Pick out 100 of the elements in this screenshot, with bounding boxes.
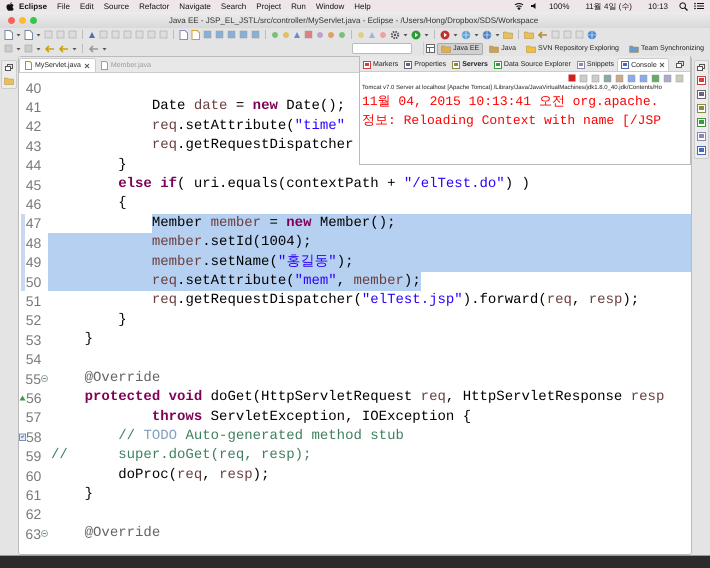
square-icon[interactable] — [24, 44, 33, 53]
minimize-button[interactable] — [19, 16, 26, 24]
menu-item[interactable]: Project — [251, 2, 286, 10]
circle-icon[interactable] — [379, 30, 387, 38]
square-icon[interactable] — [251, 30, 260, 39]
list-icon[interactable] — [694, 2, 704, 10]
folder-icon[interactable] — [524, 30, 534, 39]
circle-icon[interactable] — [316, 30, 324, 38]
square-icon[interactable] — [203, 30, 212, 39]
caret-icon[interactable] — [424, 32, 429, 36]
apple-icon[interactable] — [6, 2, 14, 10]
triangle-icon[interactable] — [293, 30, 301, 38]
folder-icon[interactable] — [628, 44, 639, 53]
square-icon[interactable] — [44, 30, 53, 39]
square-icon[interactable] — [304, 30, 313, 39]
caret-icon[interactable] — [474, 32, 479, 36]
code-line: } — [84, 485, 94, 504]
square-icon[interactable] — [123, 30, 132, 39]
square-icon[interactable] — [575, 30, 584, 39]
restore-icon[interactable] — [697, 64, 705, 71]
folder-icon[interactable] — [441, 44, 452, 53]
square-icon[interactable] — [579, 74, 588, 83]
caret-icon[interactable] — [16, 32, 21, 36]
caret-icon[interactable] — [16, 46, 21, 50]
square-icon[interactable] — [551, 30, 560, 39]
console-output-line: 정보: Reloading Context with name [/JSP — [362, 112, 662, 130]
caret-icon[interactable] — [102, 46, 107, 50]
menu-item[interactable]: Run — [286, 2, 311, 10]
page-icon[interactable] — [24, 30, 33, 40]
caret-icon[interactable] — [453, 32, 458, 36]
folder-icon[interactable] — [4, 76, 14, 85]
close-icon[interactable] — [658, 62, 665, 68]
globe-icon[interactable] — [482, 30, 492, 40]
circle-icon[interactable] — [271, 30, 279, 38]
menu-item[interactable]: File — [52, 2, 75, 10]
circle-icon[interactable] — [327, 30, 335, 38]
square-icon[interactable] — [147, 30, 156, 39]
square-icon[interactable] — [215, 30, 224, 39]
square-icon[interactable] — [239, 30, 248, 39]
caret-icon[interactable] — [36, 46, 41, 50]
fold-icon[interactable] — [41, 530, 48, 538]
app-menu[interactable]: Eclipse — [14, 2, 52, 10]
close-button[interactable] — [8, 16, 15, 24]
circle-icon[interactable] — [338, 30, 346, 38]
square-icon[interactable] — [159, 30, 168, 39]
line-number: 59 — [26, 448, 42, 464]
square-icon[interactable] — [135, 30, 144, 39]
square-icon[interactable] — [675, 74, 684, 83]
zoom-button[interactable] — [30, 16, 37, 24]
square-icon[interactable] — [591, 74, 600, 83]
arrow-icon[interactable] — [537, 30, 548, 38]
search-field[interactable] — [352, 43, 412, 54]
menu-item[interactable]: Help — [349, 2, 376, 10]
square-icon[interactable] — [639, 74, 648, 83]
square-icon[interactable] — [663, 74, 672, 83]
menu-item[interactable]: Window — [310, 2, 350, 10]
caret-icon[interactable] — [495, 32, 500, 36]
close-icon[interactable] — [84, 62, 90, 68]
square-icon[interactable] — [227, 30, 236, 39]
menu-item[interactable]: Refactor — [134, 2, 174, 10]
view-icon — [621, 61, 630, 69]
line-number: 50 — [26, 274, 42, 290]
folder-icon[interactable] — [489, 44, 500, 53]
menu-item[interactable]: Navigate — [174, 2, 216, 10]
globe-icon[interactable] — [587, 30, 597, 40]
caret-icon[interactable] — [403, 32, 408, 36]
open-perspective-icon[interactable] — [426, 44, 436, 53]
play-icon[interactable] — [440, 30, 450, 40]
square-icon[interactable] — [56, 30, 65, 39]
menubar-clock[interactable]: 10:13 — [642, 2, 673, 10]
caret-icon[interactable] — [36, 32, 41, 36]
menu-item[interactable]: Search — [216, 2, 252, 10]
menu-item[interactable]: Edit — [74, 2, 99, 10]
menu-item[interactable]: Source — [98, 2, 134, 10]
square-icon[interactable] — [615, 74, 624, 83]
restore-icon[interactable] — [676, 61, 684, 68]
square-icon[interactable] — [68, 30, 77, 39]
triangle-icon[interactable] — [88, 30, 96, 38]
triangle-icon[interactable] — [368, 30, 376, 38]
restore-icon[interactable] — [5, 64, 13, 71]
square-icon[interactable] — [4, 44, 13, 53]
circle-icon[interactable] — [282, 30, 290, 38]
speaker-icon[interactable] — [530, 2, 538, 10]
square-icon[interactable] — [627, 74, 636, 83]
fold-icon[interactable] — [41, 375, 48, 382]
play-icon[interactable] — [411, 30, 421, 40]
java-file-icon — [25, 61, 32, 70]
square-icon[interactable] — [99, 30, 108, 39]
stop-icon[interactable] — [568, 74, 576, 82]
gear-icon[interactable] — [390, 30, 400, 40]
square-icon[interactable] — [651, 74, 660, 83]
menubar-date[interactable]: 11월 4일 (수) — [580, 0, 637, 12]
page-icon[interactable] — [4, 30, 13, 40]
search-icon[interactable] — [679, 2, 688, 10]
folder-icon[interactable] — [526, 44, 536, 53]
square-icon[interactable] — [603, 74, 612, 83]
caret-icon[interactable] — [72, 46, 77, 50]
square-icon[interactable] — [111, 30, 120, 39]
wifi-icon[interactable] — [514, 2, 524, 10]
square-icon[interactable] — [563, 30, 572, 39]
